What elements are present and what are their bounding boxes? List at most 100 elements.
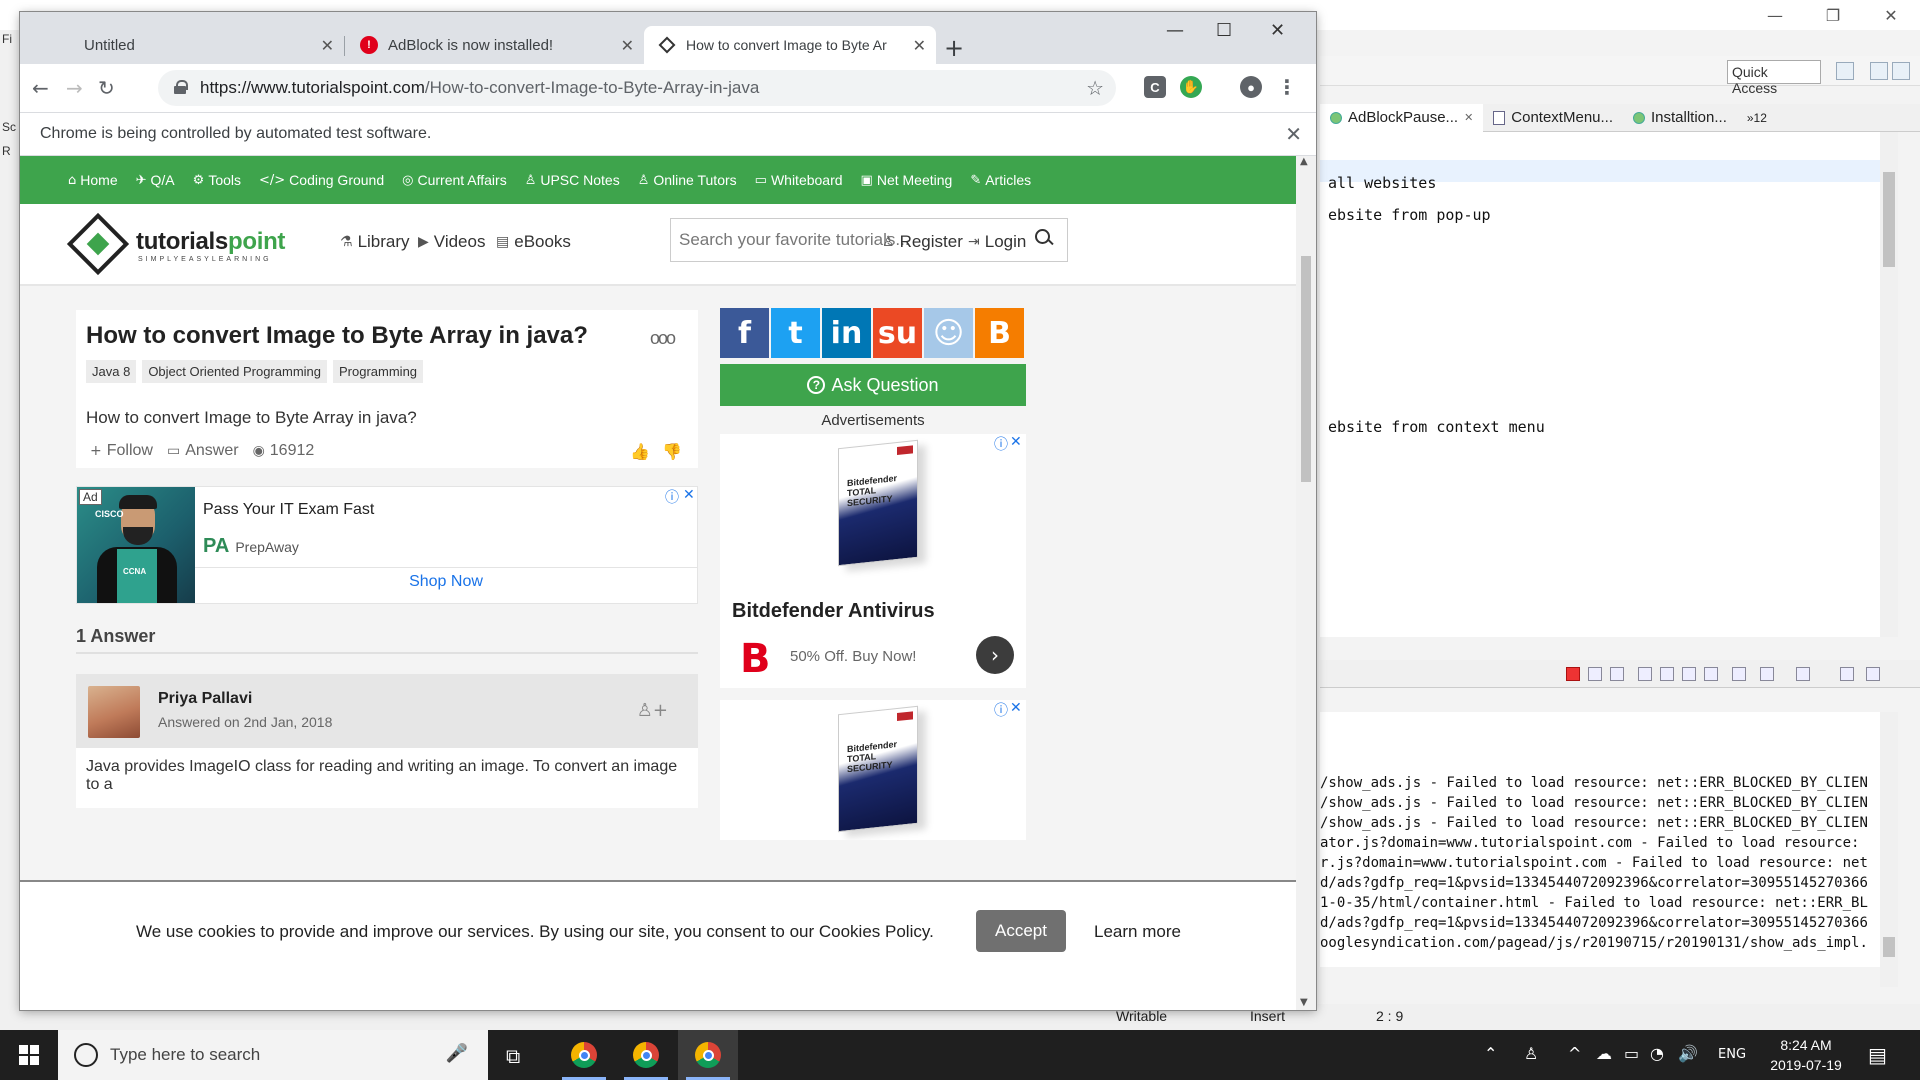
search-icon[interactable] bbox=[1035, 229, 1053, 247]
volume-icon[interactable]: 🔊 bbox=[1678, 1044, 1698, 1063]
show-hidden-icons[interactable]: ^ bbox=[1568, 1044, 1581, 1063]
ide-minimize-button[interactable]: — bbox=[1746, 0, 1804, 30]
address-bar[interactable]: https://www.tutorialspoint.com/How-to-co… bbox=[158, 70, 1116, 106]
forward-icon[interactable]: → bbox=[66, 76, 83, 100]
bookmark-star-icon[interactable]: ☆ bbox=[1086, 76, 1104, 100]
close-icon[interactable]: ✕ bbox=[913, 36, 926, 55]
terminate-icon[interactable] bbox=[1566, 667, 1580, 681]
tab-adblock[interactable]: ! AdBlock is now installed! ✕ bbox=[346, 26, 644, 64]
menu-icon[interactable]: ⋮ bbox=[1276, 75, 1298, 99]
people-icon[interactable]: ♙ bbox=[1524, 1044, 1538, 1063]
chevron-up-icon[interactable]: ⌃ bbox=[1484, 1044, 1497, 1063]
console-scrollbar[interactable] bbox=[1880, 712, 1898, 987]
learn-more-link[interactable]: Learn more bbox=[1094, 922, 1181, 942]
nav-qa[interactable]: ✈ Q/A bbox=[136, 172, 175, 188]
profile-icon[interactable]: ● bbox=[1240, 76, 1262, 98]
new-tab-button[interactable]: + bbox=[944, 34, 964, 62]
nav-online-tutors[interactable]: ♙ Online Tutors bbox=[638, 172, 737, 188]
accept-cookies-button[interactable]: Accept bbox=[976, 910, 1066, 952]
ask-question-button[interactable]: ? Ask Question bbox=[720, 364, 1026, 406]
nav-home[interactable]: ⌂ Home bbox=[68, 172, 118, 188]
battery-icon[interactable]: ▭ bbox=[1624, 1044, 1639, 1063]
editor-tab-contextmenu[interactable]: ContextMenu... bbox=[1483, 104, 1623, 132]
tab-untitled[interactable]: Untitled ✕ bbox=[28, 26, 345, 64]
ad-offer[interactable]: 50% Off. Buy Now! bbox=[790, 648, 916, 665]
ad-close-icon[interactable]: ✕ bbox=[1010, 700, 1022, 716]
code-editor[interactable]: all websites ebsite from pop-up ebsite f… bbox=[1320, 132, 1896, 637]
remove-launch-icon[interactable] bbox=[1588, 667, 1602, 681]
linkedin-icon[interactable]: in bbox=[822, 308, 871, 358]
tag-programming[interactable]: Programming bbox=[333, 360, 424, 383]
editor-tab-installtion[interactable]: Installtion... bbox=[1623, 104, 1737, 132]
editor-tab-adblockpause[interactable]: AdBlockPause... ✕ bbox=[1320, 103, 1484, 132]
infobar-close-icon[interactable]: ✕ bbox=[1285, 122, 1302, 146]
scroll-lock-icon[interactable] bbox=[1638, 667, 1652, 681]
shop-now-button[interactable]: Shop Now bbox=[195, 573, 697, 591]
microphone-icon[interactable]: 🎤 bbox=[446, 1043, 468, 1064]
scrollbar-thumb[interactable] bbox=[1883, 937, 1895, 957]
nav-coding-ground[interactable]: </> Coding Ground bbox=[259, 172, 384, 188]
task-view-icon[interactable]: ⧉ bbox=[506, 1044, 520, 1068]
ad-close-icon[interactable]: ✕ bbox=[1010, 434, 1022, 450]
onedrive-icon[interactable]: ☁ bbox=[1596, 1044, 1612, 1063]
editor-scrollbar[interactable] bbox=[1880, 132, 1898, 637]
ide-restore-button[interactable]: ❐ bbox=[1804, 0, 1862, 30]
author-name[interactable]: Priya Pallavi bbox=[158, 690, 252, 708]
remove-all-icon[interactable] bbox=[1610, 667, 1624, 681]
ad-close-icon[interactable]: ✕ bbox=[683, 487, 695, 503]
pin-console-icon[interactable] bbox=[1732, 667, 1746, 681]
register-link[interactable]: ♙ Register bbox=[882, 232, 963, 252]
chrome-taskbar-item-active[interactable] bbox=[678, 1030, 738, 1080]
scrollbar-thumb[interactable] bbox=[1883, 172, 1895, 267]
follow-user-icon[interactable]: ♙+ bbox=[637, 700, 668, 721]
minimize-view-icon[interactable] bbox=[1840, 667, 1854, 681]
show-stderr-icon[interactable] bbox=[1704, 667, 1718, 681]
tag-java8[interactable]: Java 8 bbox=[86, 360, 137, 383]
word-wrap-icon[interactable] bbox=[1660, 667, 1674, 681]
scroll-down-icon[interactable]: ▼ bbox=[1300, 997, 1308, 1008]
show-stdout-icon[interactable] bbox=[1682, 667, 1696, 681]
thumbs-up-icon[interactable]: 👍 bbox=[630, 442, 650, 461]
bitdefender-ad-secondary[interactable]: Bitdefender TOTAL SECURITY ⓘ ✕ bbox=[720, 700, 1026, 840]
network-icon[interactable]: ◔ bbox=[1650, 1044, 1664, 1063]
extension-c-icon[interactable]: C bbox=[1144, 76, 1166, 98]
chrome-taskbar-item[interactable] bbox=[616, 1030, 676, 1080]
tab-tutorialspoint[interactable]: How to convert Image to Byte Ar ✕ bbox=[644, 26, 936, 64]
avatar[interactable] bbox=[88, 686, 140, 738]
nav-upsc-notes[interactable]: ♙ UPSC Notes bbox=[525, 172, 620, 188]
scrollbar-thumb[interactable] bbox=[1301, 256, 1311, 482]
maximize-button[interactable]: ☐ bbox=[1216, 20, 1232, 41]
console-output[interactable]: /show_ads.js - Failed to load resource: … bbox=[1320, 712, 1896, 967]
login-link[interactable]: ⇥ Login bbox=[968, 232, 1026, 252]
open-console-icon[interactable] bbox=[1796, 667, 1810, 681]
prepaway-ad[interactable]: CISCO CCNA Ad Pass Your IT Exam Fast PA P… bbox=[76, 486, 698, 604]
close-window-button[interactable]: ✕ bbox=[1270, 20, 1285, 41]
language-indicator[interactable]: ENG bbox=[1718, 1047, 1746, 1062]
minimize-button[interactable]: — bbox=[1166, 20, 1184, 41]
nav-net-meeting[interactable]: ▣ Net Meeting bbox=[861, 172, 953, 188]
nav-whiteboard[interactable]: ▭ Whiteboard bbox=[755, 172, 843, 188]
debug-perspective-icon[interactable] bbox=[1870, 62, 1888, 80]
close-icon[interactable]: ✕ bbox=[321, 36, 334, 55]
maximize-view-icon[interactable] bbox=[1866, 667, 1880, 681]
twitter-icon[interactable]: t bbox=[771, 308, 820, 358]
close-icon[interactable]: ✕ bbox=[621, 36, 634, 55]
ad-brand[interactable]: PA PrepAway bbox=[203, 535, 299, 558]
start-button[interactable] bbox=[0, 1030, 58, 1080]
ad-title[interactable]: Pass Your IT Exam Fast bbox=[203, 501, 374, 519]
chevron-right-icon[interactable]: › bbox=[976, 636, 1014, 674]
tag-oop[interactable]: Object Oriented Programming bbox=[142, 360, 327, 383]
facebook-icon[interactable]: f bbox=[720, 308, 769, 358]
back-icon[interactable]: ← bbox=[32, 76, 49, 100]
reddit-icon[interactable]: ☺ bbox=[924, 308, 973, 358]
adblock-extension-icon[interactable]: ✋ bbox=[1180, 76, 1202, 98]
adchoices-icon[interactable]: ⓘ bbox=[665, 487, 679, 507]
java-perspective-icon[interactable] bbox=[1892, 62, 1910, 80]
nav-tools[interactable]: ⚙ Tools bbox=[193, 172, 241, 188]
display-console-icon[interactable] bbox=[1760, 667, 1774, 681]
taskbar-clock[interactable]: 8:24 AM 2019-07-19 bbox=[1756, 1035, 1856, 1075]
chrome-taskbar-item[interactable] bbox=[554, 1030, 614, 1080]
close-icon[interactable]: ✕ bbox=[1464, 111, 1473, 124]
taskbar-search-box[interactable]: Type here to search 🎤 bbox=[58, 1030, 488, 1080]
ebooks-link[interactable]: ▤ eBooks bbox=[496, 232, 571, 252]
